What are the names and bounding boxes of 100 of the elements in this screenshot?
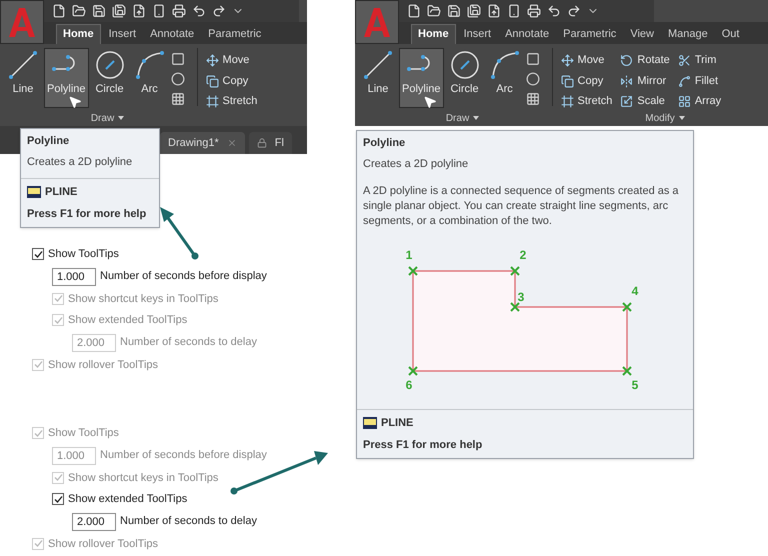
modify-tool-button[interactable]: Stretch	[560, 93, 612, 110]
command-icon	[27, 186, 41, 198]
mirror-icon	[620, 74, 634, 88]
draw-tool-button[interactable]: Circle	[446, 48, 484, 108]
seconds-label: Number of seconds before display	[100, 269, 267, 284]
ribbon-tab[interactable]: Home	[56, 24, 101, 44]
app-menu-button[interactable]	[0, 0, 44, 44]
printer-icon[interactable]	[172, 4, 186, 18]
save-icon[interactable]	[447, 4, 461, 18]
seconds-input[interactable]: 1.000	[52, 268, 96, 286]
vertex-cross-icon	[510, 302, 520, 312]
modify-tool-button[interactable]: Fillet	[678, 72, 722, 90]
save-as-icon[interactable]	[112, 4, 126, 18]
draw-tool-button[interactable]: Line	[359, 48, 397, 108]
stretch-icon	[560, 95, 574, 108]
printer-icon[interactable]	[527, 4, 541, 18]
ribbon-tab[interactable]: Insert	[102, 24, 142, 44]
seconds-label: Number of seconds to delay	[120, 514, 257, 530]
modify-tool-button[interactable]: Move	[206, 52, 258, 69]
cursor-icon	[422, 95, 437, 109]
draw-tool-button[interactable]: Line	[4, 48, 42, 108]
file-upload-icon[interactable]	[132, 4, 146, 18]
modify-tool-button[interactable]: Array	[678, 93, 722, 110]
vertex-label: 3	[518, 290, 524, 304]
hatch-icon[interactable]	[526, 92, 540, 106]
array-icon	[678, 95, 691, 108]
vertex-label: 2	[520, 248, 526, 262]
line-icon	[7, 49, 39, 81]
ribbon-tab[interactable]: Annotate	[144, 24, 200, 44]
tooltip-details: A 2D polyline is a connected sequence of segments created as a single planar object. You can create straight line segments, arc segments, or a combination of the two.	[363, 184, 680, 229]
folder-icon[interactable]	[72, 4, 86, 18]
circle-icon	[94, 49, 126, 81]
draw-tool-button[interactable]: Circle	[90, 48, 129, 108]
hatch-icon[interactable]	[170, 92, 185, 106]
file-upload-icon[interactable]	[487, 4, 501, 18]
device-icon[interactable]	[152, 4, 166, 18]
checkbox[interactable]	[32, 248, 44, 260]
undo-icon[interactable]	[192, 4, 206, 18]
move-arrows-icon	[560, 54, 574, 67]
panel-label[interactable]: Draw	[446, 110, 470, 126]
document-tab[interactable]: Drawing1*	[160, 132, 245, 154]
ellipse-icon[interactable]	[526, 72, 540, 86]
modify-tool-button[interactable]: Mirror	[620, 72, 670, 90]
ribbon-tab[interactable]: Home	[411, 24, 456, 44]
fillet-icon	[678, 74, 691, 88]
ribbon-tab[interactable]: Annotate	[499, 24, 556, 44]
ribbon-tab[interactable]: Out	[716, 24, 746, 44]
save-icon[interactable]	[92, 4, 106, 18]
panel-label[interactable]: Modify	[645, 110, 675, 126]
check-icon	[34, 428, 42, 438]
arc-icon	[488, 49, 521, 81]
vertex-cross-icon	[408, 366, 418, 376]
command-icon	[363, 417, 377, 430]
modify-tool-button[interactable]: Copy	[206, 72, 258, 90]
ribbon-tab[interactable]: Parametric	[202, 24, 268, 44]
panel-label[interactable]: Draw	[90, 110, 114, 126]
vertex-cross-icon	[622, 302, 632, 312]
draw-tool-button[interactable]: Polyline	[44, 48, 89, 108]
help-hint: Press F1 for more help	[27, 206, 148, 222]
option-checkbox[interactable]: Show ToolTips	[32, 246, 267, 262]
redo-icon[interactable]	[212, 4, 226, 18]
draw-tool-button[interactable]: Arc	[130, 48, 169, 108]
undo-icon[interactable]	[547, 4, 561, 18]
vertex-cross-icon	[408, 266, 418, 276]
modify-tool-button[interactable]: Stretch	[206, 93, 258, 110]
draw-tool-button[interactable]: Polyline	[399, 48, 444, 108]
new-file-icon[interactable]	[407, 4, 421, 18]
seconds-label: Number of seconds to delay	[120, 335, 257, 350]
vertex-cross-icon	[622, 366, 632, 376]
new-file-icon[interactable]	[52, 4, 66, 18]
ribbon-tab[interactable]: Parametric	[557, 24, 622, 44]
tooltip-description: Creates a 2D polyline	[363, 156, 470, 172]
vertex-label: 5	[632, 378, 638, 392]
modify-tool-button[interactable]: Trim	[678, 52, 722, 69]
line-icon	[362, 49, 394, 81]
device-icon[interactable]	[507, 4, 521, 18]
caret-icon[interactable]	[118, 116, 124, 120]
caret-icon[interactable]	[678, 116, 685, 120]
app-menu-button[interactable]	[355, 0, 399, 44]
rectangle-icon[interactable]	[526, 52, 540, 66]
check-icon	[54, 473, 62, 482]
command-name: PLINE	[45, 185, 78, 200]
modify-tool-button[interactable]: Rotate	[620, 52, 670, 69]
ribbon-tab[interactable]: Insert	[458, 24, 498, 44]
modify-tool-button[interactable]: Move	[560, 52, 612, 69]
modify-tool-button[interactable]: Scale	[620, 93, 670, 110]
folder-icon[interactable]	[427, 4, 441, 18]
modify-tool-button[interactable]: Copy	[560, 72, 612, 90]
tooltip-title: Polyline	[27, 134, 70, 149]
redo-icon[interactable]	[567, 4, 581, 18]
circle-icon	[448, 49, 481, 81]
draw-tool-button[interactable]: Arc	[486, 48, 524, 108]
help-hint: Press F1 for more help	[363, 438, 484, 452]
ellipse-icon[interactable]	[170, 72, 185, 86]
caret-icon[interactable]	[473, 116, 480, 120]
rectangle-icon[interactable]	[170, 52, 185, 66]
save-as-icon[interactable]	[467, 4, 481, 18]
ribbon-tab[interactable]: Manage	[662, 24, 714, 44]
ribbon-tab[interactable]: View	[624, 24, 660, 44]
document-tab[interactable]: Fl	[248, 132, 292, 154]
